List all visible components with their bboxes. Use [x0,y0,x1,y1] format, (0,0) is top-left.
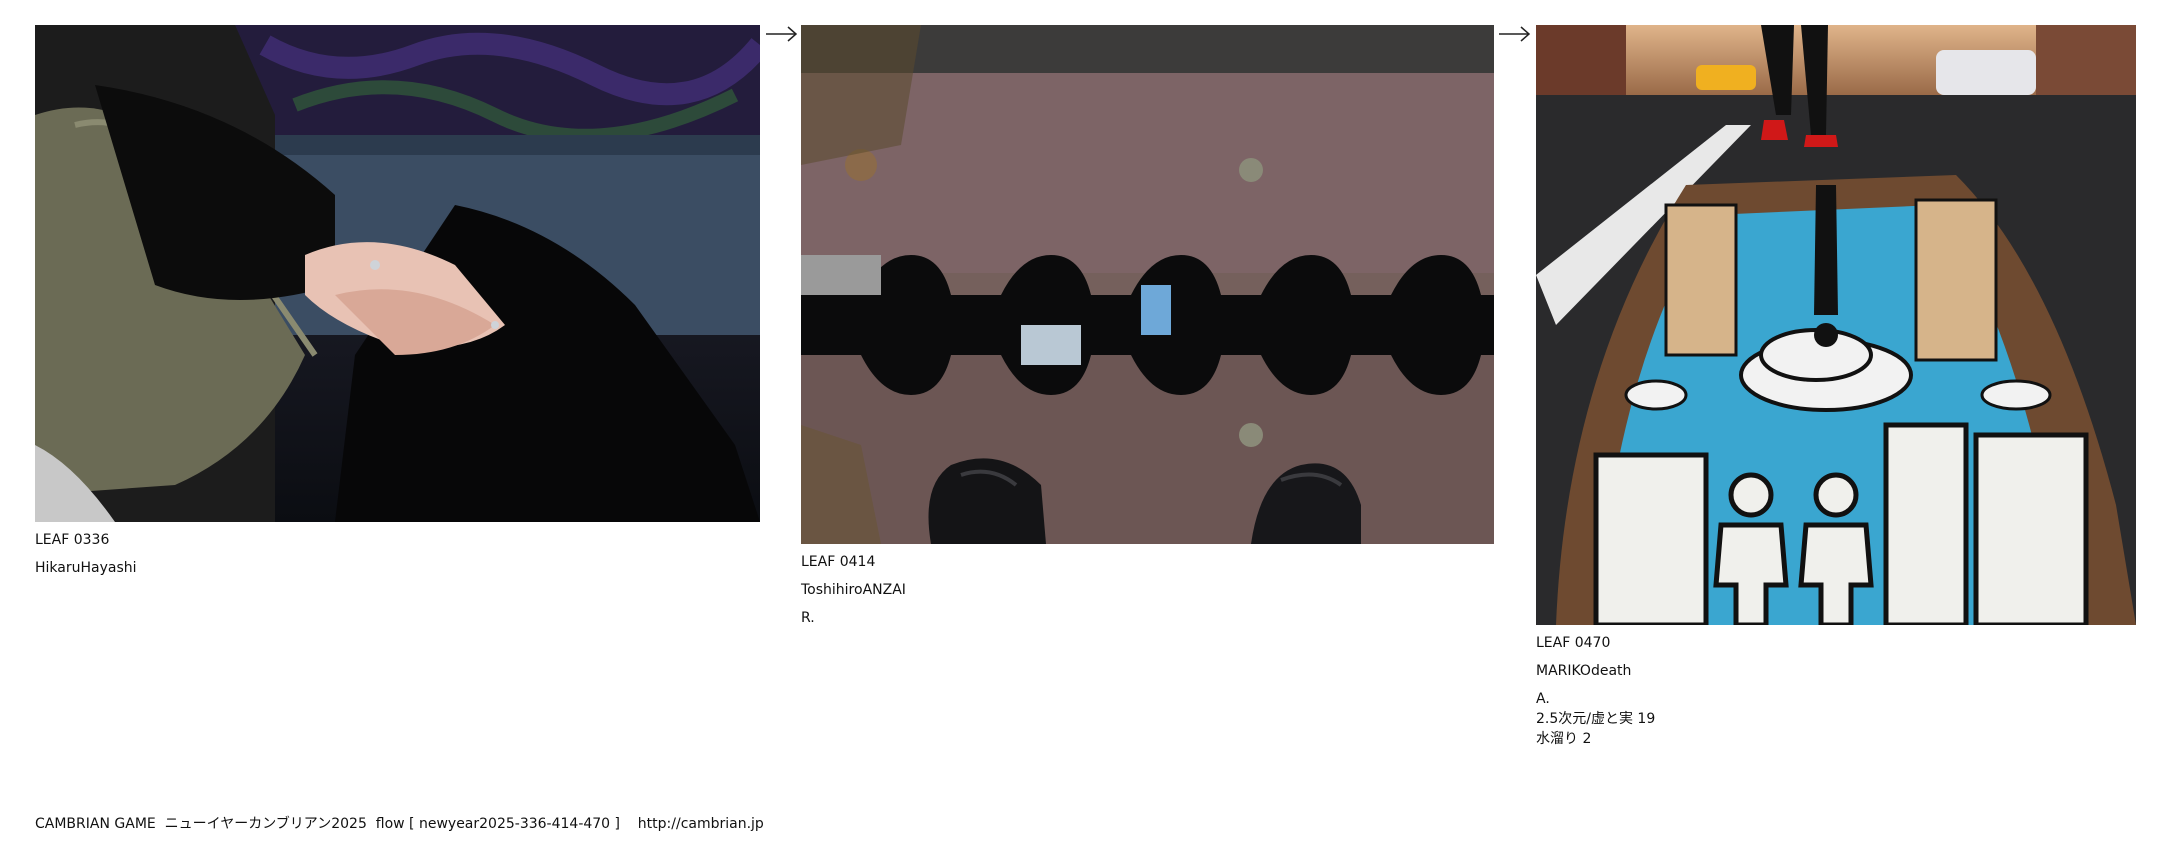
photo-puddle-reflection-art[interactable] [1536,25,2136,625]
photo-hands-on-train[interactable] [35,25,760,522]
right-arrow-icon [766,26,798,42]
leaf-id: LEAF 0414 [801,554,876,570]
leaf-card-0470: LEAF 0470 MARIKOdeath A. 2.5次元/虚と実 19 水溜… [1536,25,2136,749]
leaf-author[interactable]: HikaruHayashi [35,558,760,578]
leaf-card-0414: LEAF 0414 ToshihiroANZAI R. [801,25,1494,628]
right-arrow-icon [1499,26,1531,42]
leaf-note: A. [1536,691,1550,707]
leaf-note: R. [801,610,815,626]
leaf-note[interactable]: 水溜り 2 [1536,729,2136,749]
leaf-author[interactable]: MARIKOdeath [1536,661,2136,681]
leaf-id: LEAF 0470 [1536,635,1611,651]
leaf-card-0336: LEAF 0336 HikaruHayashi [35,25,760,578]
photo-rusty-grate-feet[interactable] [801,25,1494,544]
leaf-author[interactable]: ToshihiroANZAI [801,580,1494,600]
footer-credits[interactable]: CAMBRIAN GAME ニューイヤーカンブリアン2025 flow [ ne… [35,813,764,833]
leaf-id: LEAF 0336 [35,532,110,548]
leaf-note[interactable]: 2.5次元/虚と実 19 [1536,709,2136,729]
